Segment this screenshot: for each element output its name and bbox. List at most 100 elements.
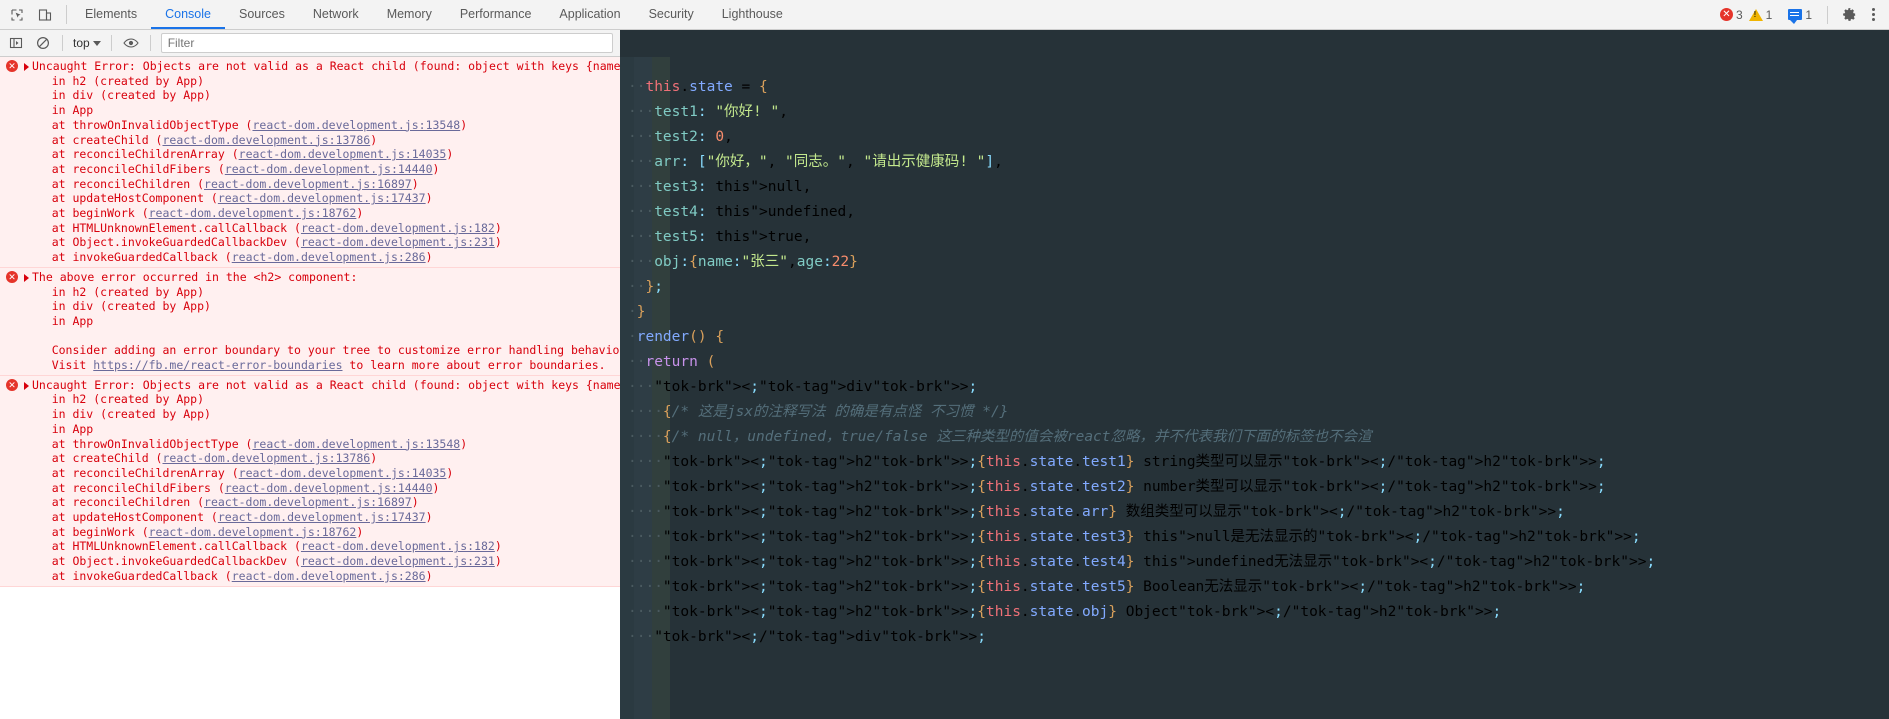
console-message[interactable]: ✕ Uncaught Error: Objects are not valid a…: [0, 57, 620, 268]
source-link[interactable]: react-dom.development.js:13786: [162, 451, 370, 465]
console-stack-line[interactable]: at updateHostComponent (react-dom.develo…: [0, 191, 620, 206]
code-line[interactable]: ···"tok-brk"><;/"tok-tag">div"tok-brk">>…: [620, 625, 1889, 650]
code-line[interactable]: ···test3: this">null,: [620, 175, 1889, 200]
filter-input[interactable]: [160, 33, 613, 53]
console-message[interactable]: ✕ The above error occurred in the <h2> co…: [0, 267, 620, 376]
code-line[interactable]: ··return (: [620, 350, 1889, 375]
inspect-element-icon[interactable]: [4, 1, 30, 29]
source-link[interactable]: react-dom.development.js:18762: [149, 525, 357, 539]
code-line[interactable]: ····"tok-brk"><;"tok-tag">h2"tok-brk">>;…: [620, 600, 1889, 625]
message-counter[interactable]: 1: [1781, 6, 1819, 24]
console-stack-line[interactable]: at throwOnInvalidObjectType (react-dom.d…: [0, 437, 620, 452]
source-link[interactable]: react-dom.development.js:17437: [218, 191, 426, 205]
code-line[interactable]: ···obj:{name:"张三",age:22}: [620, 250, 1889, 275]
console-stack-line[interactable]: at invokeGuardedCallback (react-dom.deve…: [0, 250, 620, 265]
code-line[interactable]: ···arr: ["你好，", "同志。", "请出示健康码! "],: [620, 150, 1889, 175]
error-counter[interactable]: ✕ 3: [1719, 8, 1743, 22]
source-link[interactable]: react-dom.development.js:14440: [225, 162, 433, 176]
clear-console-icon[interactable]: [30, 31, 56, 55]
source-link[interactable]: react-dom.development.js:16897: [204, 177, 412, 191]
code-line[interactable]: ····"tok-brk"><;"tok-tag">h2"tok-brk">>;…: [620, 475, 1889, 500]
expand-triangle-icon[interactable]: [24, 381, 29, 390]
console-stack-line[interactable]: at Object.invokeGuardedCallbackDev (reac…: [0, 235, 620, 250]
source-link[interactable]: react-dom.development.js:14440: [225, 481, 433, 495]
device-toolbar-icon[interactable]: [32, 1, 58, 29]
message-counter-item[interactable]: 1: [1788, 8, 1812, 24]
issue-counters[interactable]: ✕ 3 1: [1713, 6, 1779, 24]
console-sidebar-icon[interactable]: [3, 31, 29, 55]
tab-sources[interactable]: Sources: [225, 0, 299, 29]
code-line[interactable]: ····"tok-brk"><;"tok-tag">h2"tok-brk">>;…: [620, 450, 1889, 475]
tab-console[interactable]: Console: [151, 0, 225, 29]
console-message-header[interactable]: ✕ Uncaught Error: Objects are not valid a…: [0, 59, 620, 74]
console-stack-line[interactable]: at throwOnInvalidObjectType (react-dom.d…: [0, 118, 620, 133]
code-line[interactable]: ···test5: this">true,: [620, 225, 1889, 250]
source-link[interactable]: react-dom.development.js:13786: [162, 133, 370, 147]
code-line[interactable]: ····"tok-brk"><;"tok-tag">h2"tok-brk">>;…: [620, 500, 1889, 525]
console-stack-line[interactable]: at HTMLUnknownElement.callCallback (reac…: [0, 539, 620, 554]
console-message[interactable]: ✕ Uncaught Error: Objects are not valid a…: [0, 375, 620, 587]
console-stack-line[interactable]: at beginWork (react-dom.development.js:1…: [0, 206, 620, 221]
console-stack-line[interactable]: at createChild (react-dom.development.js…: [0, 451, 620, 466]
console-stack-line[interactable]: at updateHostComponent (react-dom.develo…: [0, 510, 620, 525]
code-line[interactable]: ····"tok-brk"><;"tok-tag">h2"tok-brk">>;…: [620, 550, 1889, 575]
code-line[interactable]: ···test1: "你好! ",: [620, 100, 1889, 125]
source-link[interactable]: react-dom.development.js:231: [301, 235, 495, 249]
console-message-header[interactable]: ✕ Uncaught Error: Objects are not valid a…: [0, 378, 620, 393]
tab-network[interactable]: Network: [299, 0, 373, 29]
source-link[interactable]: react-dom.development.js:16897: [204, 495, 412, 509]
console-stack-line[interactable]: at HTMLUnknownElement.callCallback (reac…: [0, 221, 620, 236]
gear-icon[interactable]: [1836, 1, 1862, 29]
code-line[interactable]: ·}: [620, 300, 1889, 325]
code-line[interactable]: ··};: [620, 275, 1889, 300]
source-link[interactable]: react-dom.development.js:231: [301, 554, 495, 568]
source-link[interactable]: react-dom.development.js:18762: [149, 206, 357, 220]
tab-security[interactable]: Security: [635, 0, 708, 29]
tab-lighthouse[interactable]: Lighthouse: [708, 0, 797, 29]
console-stack-line[interactable]: at Object.invokeGuardedCallbackDev (reac…: [0, 554, 620, 569]
code-line[interactable]: ···test2: 0,: [620, 125, 1889, 150]
code-lines[interactable]: ··this.state = {···test1: "你好! ", ···test…: [620, 57, 1889, 650]
console-stack-line[interactable]: at reconcileChildrenArray (react-dom.dev…: [0, 466, 620, 481]
console-stack-line[interactable]: at invokeGuardedCallback (react-dom.deve…: [0, 569, 620, 584]
source-link[interactable]: react-dom.development.js:182: [301, 221, 495, 235]
console-stack-line[interactable]: at reconcileChildFibers (react-dom.devel…: [0, 481, 620, 496]
execution-context-selector[interactable]: top: [69, 36, 105, 50]
console-stack-line[interactable]: at reconcileChildrenArray (react-dom.dev…: [0, 147, 620, 162]
code-line[interactable]: ····"tok-brk"><;"tok-tag">h2"tok-brk">>;…: [620, 575, 1889, 600]
source-link[interactable]: react-dom.development.js:182: [301, 539, 495, 553]
source-link[interactable]: react-dom.development.js:14035: [239, 147, 447, 161]
console-stack-line[interactable]: at reconcileChildren (react-dom.developm…: [0, 495, 620, 510]
code-line[interactable]: ···test4: this">undefined,: [620, 200, 1889, 225]
tab-performance[interactable]: Performance: [446, 0, 546, 29]
source-link[interactable]: react-dom.development.js:286: [232, 569, 426, 583]
source-link[interactable]: react-dom.development.js:14035: [239, 466, 447, 480]
source-link[interactable]: react-dom.development.js:17437: [218, 510, 426, 524]
code-line[interactable]: ····{/* null，undefined，true/false 这三种类型的…: [620, 425, 1889, 450]
console-message-header[interactable]: ✕ The above error occurred in the <h2> co…: [0, 270, 620, 285]
warning-counter[interactable]: 1: [1748, 8, 1772, 22]
tab-elements[interactable]: Elements: [71, 0, 151, 29]
code-line[interactable]: ···"tok-brk"><;"tok-tag">div"tok-brk">>;: [620, 375, 1889, 400]
code-line[interactable]: ····"tok-brk"><;"tok-tag">h2"tok-brk">>;…: [620, 525, 1889, 550]
console-stack-line[interactable]: at beginWork (react-dom.development.js:1…: [0, 525, 620, 540]
source-link[interactable]: react-dom.development.js:13548: [252, 437, 460, 451]
console-stack-line[interactable]: at reconcileChildFibers (react-dom.devel…: [0, 162, 620, 177]
console-stack-line[interactable]: at createChild (react-dom.development.js…: [0, 133, 620, 148]
tab-memory[interactable]: Memory: [373, 0, 446, 29]
tab-application[interactable]: Application: [545, 0, 634, 29]
eye-icon[interactable]: [118, 31, 144, 55]
source-link[interactable]: https://fb.me/react-error-boundaries: [93, 358, 342, 372]
expand-triangle-icon[interactable]: [24, 63, 29, 71]
code-line[interactable]: ····{/* 这是jsx的注释写法 的确是有点怪 不习惯 */}: [620, 400, 1889, 425]
code-editor-panel[interactable]: ··this.state = {···test1: "你好! ", ···test…: [620, 57, 1889, 719]
console-panel[interactable]: ✕ Uncaught Error: Objects are not valid a…: [0, 57, 620, 719]
console-stack-line[interactable]: at reconcileChildren (react-dom.developm…: [0, 177, 620, 192]
more-options-icon[interactable]: [1864, 8, 1883, 21]
console-message-list[interactable]: ✕ Uncaught Error: Objects are not valid a…: [0, 57, 620, 719]
source-link[interactable]: react-dom.development.js:13548: [252, 118, 460, 132]
code-line[interactable]: ··this.state = {: [620, 75, 1889, 100]
code-line[interactable]: ·render() {: [620, 325, 1889, 350]
source-link[interactable]: react-dom.development.js:286: [232, 250, 426, 264]
console-stack-line[interactable]: Visit https://fb.me/react-error-boundari…: [0, 358, 620, 373]
